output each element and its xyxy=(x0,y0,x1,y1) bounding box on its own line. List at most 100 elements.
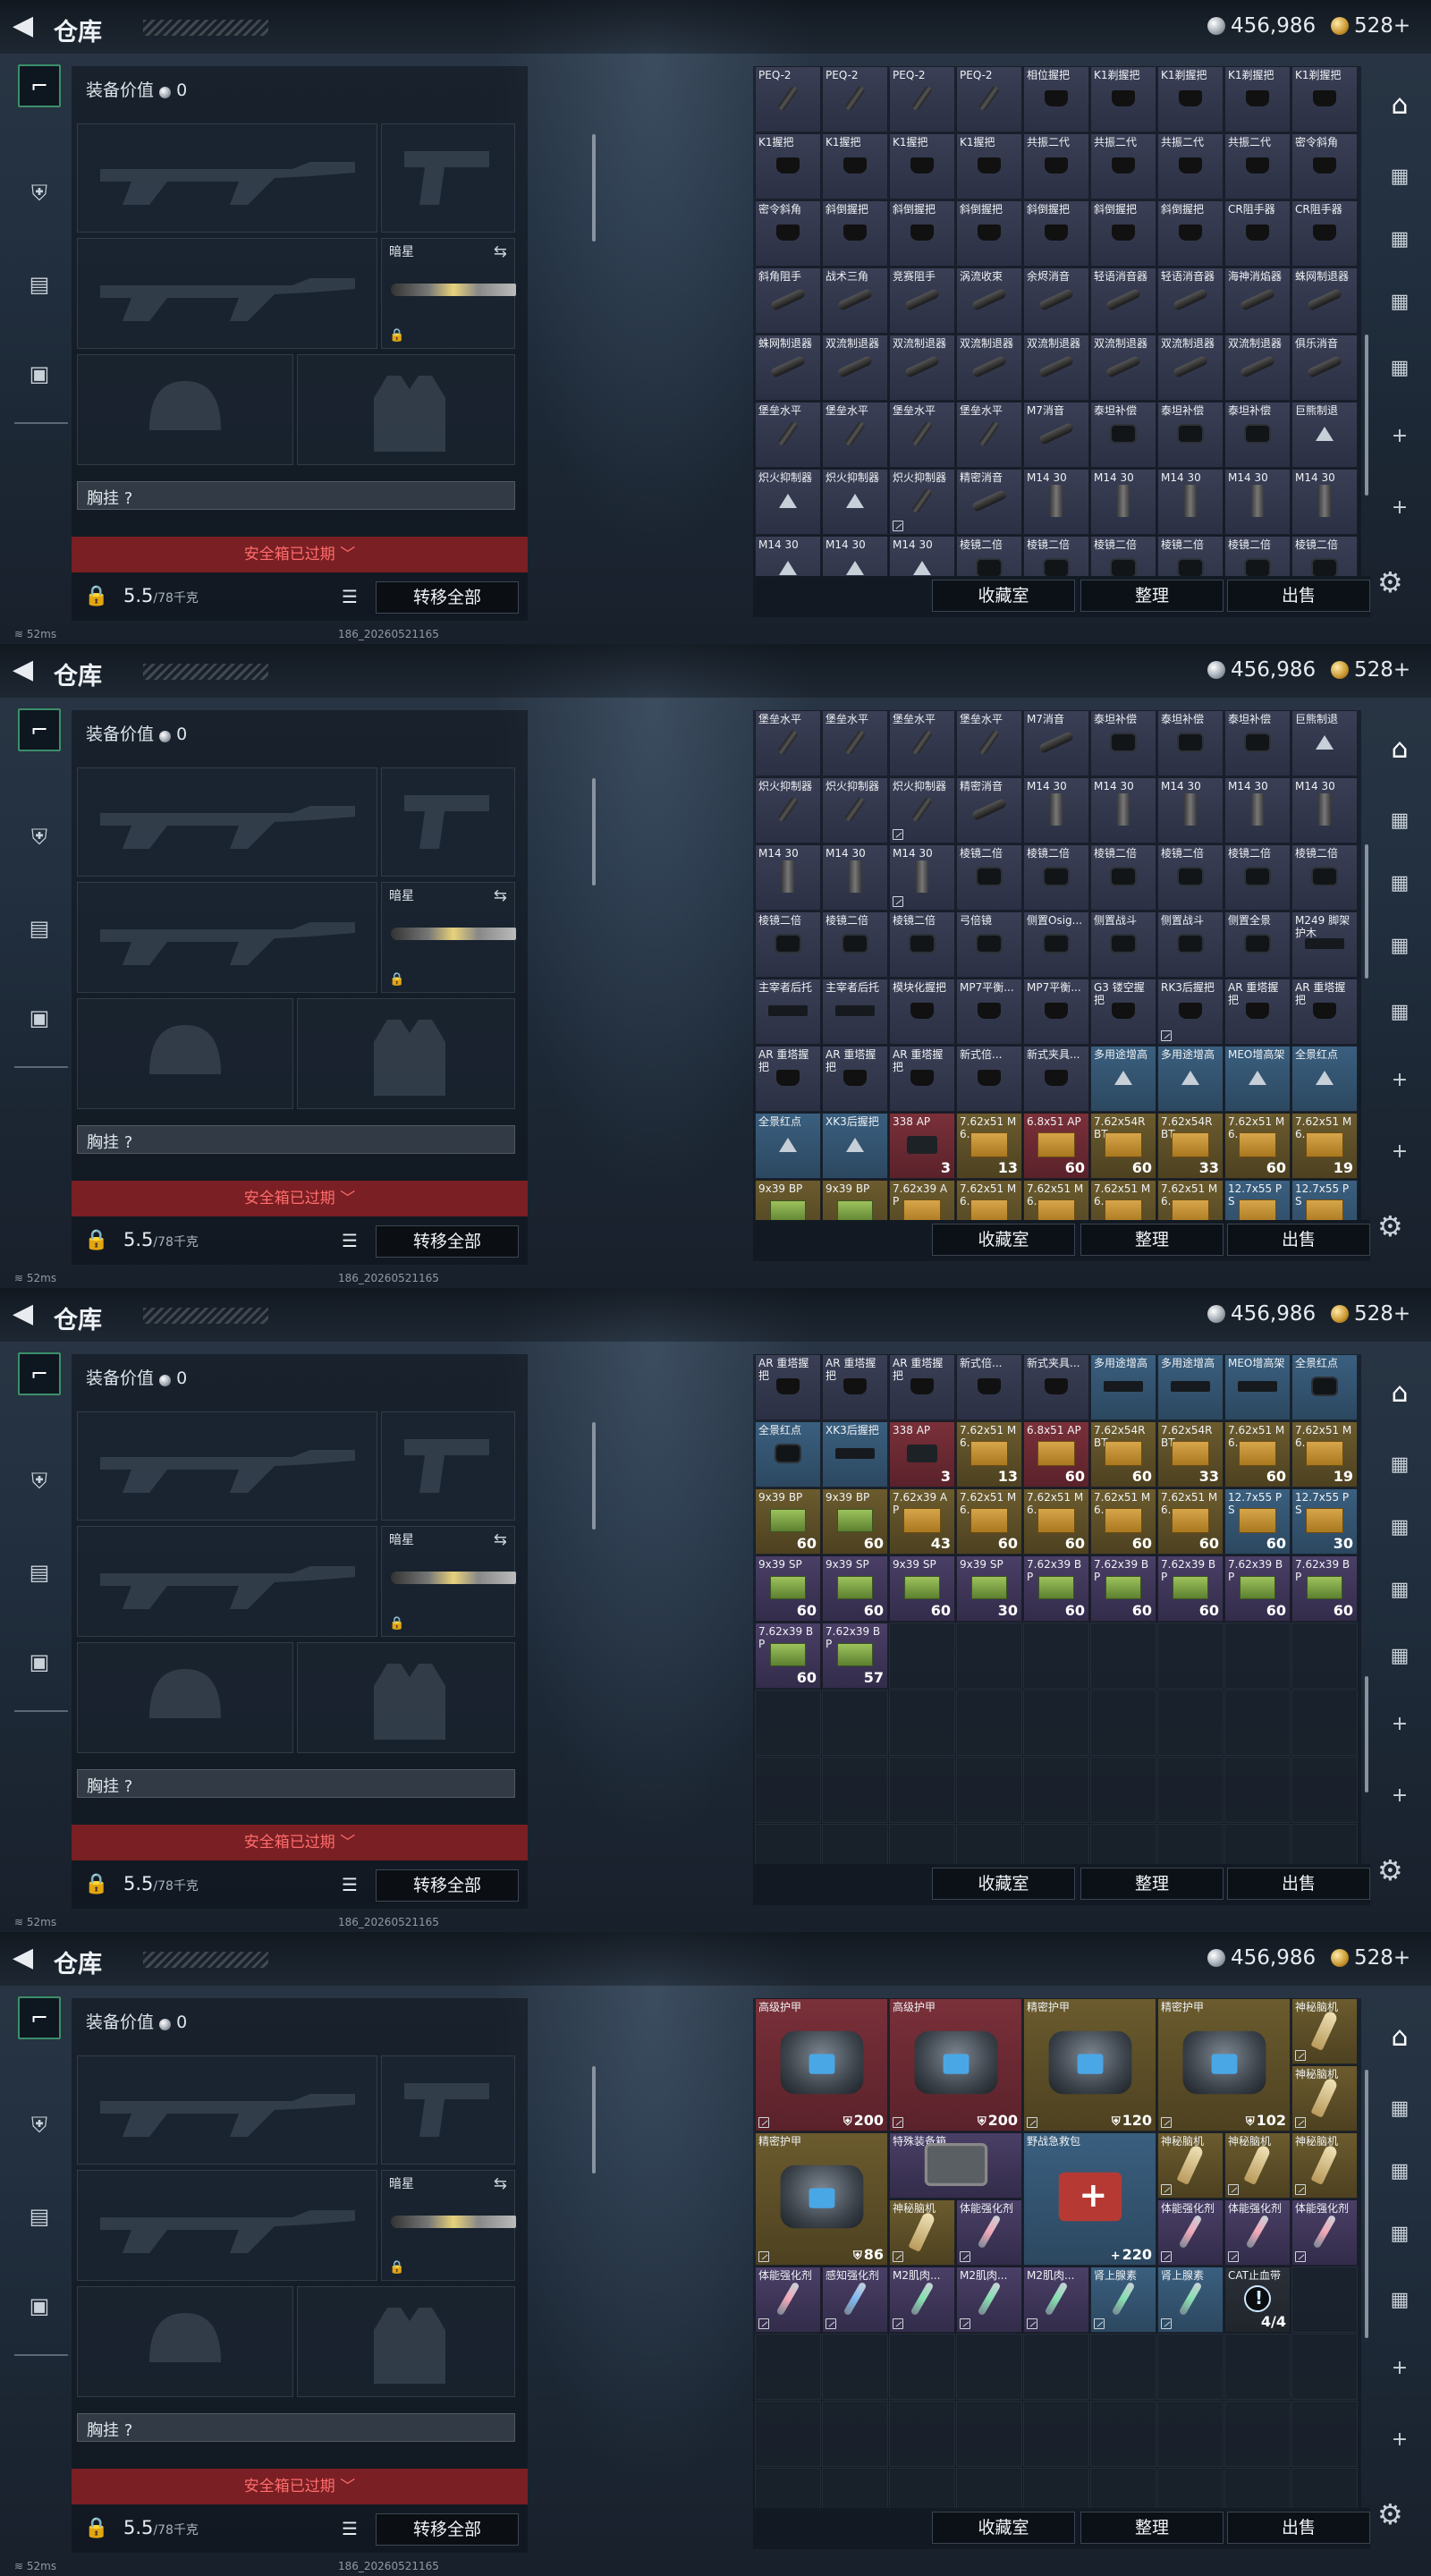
stash-item[interactable]: MP7平衡... xyxy=(1023,979,1089,1045)
stash-item[interactable]: 多用途增高 xyxy=(1090,1354,1156,1420)
empty-slot[interactable] xyxy=(1023,1757,1089,1823)
stash-item[interactable]: 新式夹具... xyxy=(1023,1354,1089,1420)
stash-item[interactable]: 体能强化剂 xyxy=(1157,2199,1224,2266)
add-stash-tab-button[interactable]: + xyxy=(1377,2345,1422,2390)
body-armor-slot[interactable] xyxy=(297,354,515,465)
empty-slot[interactable] xyxy=(1291,1690,1358,1756)
safe-box-expired-banner[interactable]: 安全箱已过期 ﹀ xyxy=(72,1181,528,1216)
stash-item[interactable]: 俱乐消音 xyxy=(1291,335,1358,401)
stash-item[interactable]: 堡垒水平 xyxy=(889,402,955,468)
tab-armor[interactable]: ⛨ xyxy=(18,1460,61,1503)
stash-item[interactable]: 体能强化剂 xyxy=(755,2267,821,2333)
empty-slot[interactable] xyxy=(1291,2401,1358,2467)
back-arrow-icon[interactable]: ◀ xyxy=(13,13,33,39)
stash-item[interactable]: 棱镜二倍 xyxy=(1023,536,1089,576)
stash-item[interactable]: 余烬消音 xyxy=(1023,267,1089,334)
empty-slot[interactable] xyxy=(1224,2401,1291,2467)
stash-item[interactable]: M14 30 xyxy=(1291,469,1358,535)
stash-item[interactable]: 模块化握把 xyxy=(889,979,955,1045)
stash-item[interactable]: 炽火抑制器 xyxy=(889,469,955,535)
add-stash-tab-button[interactable]: + xyxy=(1377,1701,1422,1746)
stash-item[interactable]: 泰坦补偿 xyxy=(1157,710,1224,776)
tab-weapons[interactable]: ⌐ xyxy=(18,64,61,107)
stash-item[interactable]: 巨熊制退 xyxy=(1291,402,1358,468)
safe-box-expired-banner[interactable]: 安全箱已过期 ﹀ xyxy=(72,1825,528,1860)
stash-item[interactable]: 弓倍镜 xyxy=(956,911,1022,978)
stash-item[interactable]: K1握把 xyxy=(755,133,821,199)
chest-rig-slot[interactable]: 胸挂 ? xyxy=(77,1125,515,1154)
stash-scrollbar[interactable] xyxy=(1365,844,1368,979)
empty-slot[interactable] xyxy=(755,2468,821,2508)
collection-room-button[interactable]: 收藏室 xyxy=(932,2512,1075,2544)
stash-item[interactable]: 神秘脑机 xyxy=(1157,2132,1224,2199)
stash-item[interactable]: 堡垒水平 xyxy=(755,710,821,776)
primary-weapon-slot[interactable] xyxy=(77,767,377,877)
stash-item[interactable]: 7.62x51 M6... 60 xyxy=(1023,1488,1089,1555)
stash-item[interactable]: 338 AP 3 xyxy=(889,1421,955,1487)
stash-item[interactable]: 9x39 BP xyxy=(822,1180,888,1220)
body-armor-slot[interactable] xyxy=(297,998,515,1109)
empty-slot[interactable] xyxy=(1023,2468,1089,2508)
stash-item[interactable]: 双流制退器 xyxy=(956,335,1022,401)
secondary-weapon-slot[interactable] xyxy=(77,1526,377,1637)
stash-item[interactable]: 新式夹具... xyxy=(1023,1046,1089,1112)
stash-item[interactable]: CR阻手器 xyxy=(1224,200,1291,267)
stash-item[interactable]: 棱镜二倍 xyxy=(889,911,955,978)
empty-slot[interactable] xyxy=(1090,1623,1156,1689)
stash-item[interactable]: 多用途增高 xyxy=(1157,1354,1224,1420)
stash-item[interactable]: 双流制退器 xyxy=(1157,335,1224,401)
empty-slot[interactable] xyxy=(1157,2334,1224,2400)
tab-stash-page-3[interactable]: ▦ xyxy=(1377,923,1422,968)
tab-stash[interactable]: ⌂ xyxy=(1377,726,1422,771)
empty-slot[interactable] xyxy=(889,1824,955,1864)
tab-stash-page-1[interactable]: ▦ xyxy=(1377,798,1422,843)
equipment-scrollbar[interactable] xyxy=(592,134,596,242)
tab-stash-page-2[interactable]: ▦ xyxy=(1377,860,1422,905)
transfer-all-button[interactable]: 转移全部 xyxy=(376,1225,519,1258)
chest-rig-slot[interactable]: 胸挂 ? xyxy=(77,481,515,510)
stash-item[interactable]: 7.62x39 AP xyxy=(889,1180,955,1220)
stash-item[interactable]: K1握把 xyxy=(822,133,888,199)
stash-item[interactable]: 精密消音 xyxy=(956,469,1022,535)
stash-item[interactable]: 斜倒握把 xyxy=(1157,200,1224,267)
stash-item[interactable]: 全景红点 xyxy=(755,1421,821,1487)
stash-item[interactable]: 斜倒握把 xyxy=(822,200,888,267)
sell-button[interactable]: 出售 xyxy=(1227,1868,1370,1900)
stash-item[interactable]: 炽火抑制器 xyxy=(755,469,821,535)
stash-item[interactable]: PEQ-2 xyxy=(755,66,821,132)
empty-slot[interactable] xyxy=(1090,2401,1156,2467)
swap-icon[interactable]: ⇆ xyxy=(494,242,507,261)
stash-item[interactable]: M7消音 xyxy=(1023,402,1089,468)
sell-button[interactable]: 出售 xyxy=(1227,2512,1370,2544)
stash-item[interactable]: 泰坦补偿 xyxy=(1224,710,1291,776)
stash-item[interactable]: 7.62x51 M6... 60 xyxy=(1224,1421,1291,1487)
empty-slot[interactable] xyxy=(822,1824,888,1864)
body-armor-slot[interactable] xyxy=(297,2286,515,2397)
helmet-slot[interactable] xyxy=(77,998,293,1109)
primary-weapon-slot[interactable] xyxy=(77,1411,377,1521)
pistol-slot[interactable] xyxy=(381,123,515,233)
sort-button[interactable]: 整理 xyxy=(1080,2512,1224,2544)
empty-slot[interactable] xyxy=(1291,2468,1358,2508)
empty-slot[interactable] xyxy=(956,2401,1022,2467)
stash-item[interactable]: K1握把 xyxy=(956,133,1022,199)
stash-item[interactable]: 棱镜二倍 xyxy=(1157,536,1224,576)
stash-item[interactable]: M14 30 xyxy=(1023,777,1089,843)
melee-slot[interactable]: 暗星 ⇆ 🔒 xyxy=(381,238,516,349)
stash-item[interactable]: 双流制退器 xyxy=(889,335,955,401)
back-arrow-icon[interactable]: ◀ xyxy=(13,1301,33,1327)
tab-stash-page-4[interactable]: ▦ xyxy=(1377,345,1422,390)
pistol-slot[interactable] xyxy=(381,1411,515,1521)
stash-item[interactable]: 战术三角 xyxy=(822,267,888,334)
empty-slot[interactable] xyxy=(755,1757,821,1823)
stash-item[interactable]: 棱镜二倍 xyxy=(1291,536,1358,576)
empty-slot[interactable] xyxy=(1090,1757,1156,1823)
empty-slot[interactable] xyxy=(755,1824,821,1864)
stash-item[interactable]: 全景红点 xyxy=(755,1113,821,1179)
gear-icon[interactable]: ⚙ xyxy=(1377,1209,1403,1243)
stash-item[interactable]: 轻语消音器 xyxy=(1157,267,1224,334)
stash-item[interactable]: AR 重塔握把 xyxy=(822,1354,888,1420)
stash-item[interactable]: 巨熊制退 xyxy=(1291,710,1358,776)
gear-icon[interactable]: ⚙ xyxy=(1377,565,1403,599)
stash-item[interactable]: 泰坦补偿 xyxy=(1090,710,1156,776)
